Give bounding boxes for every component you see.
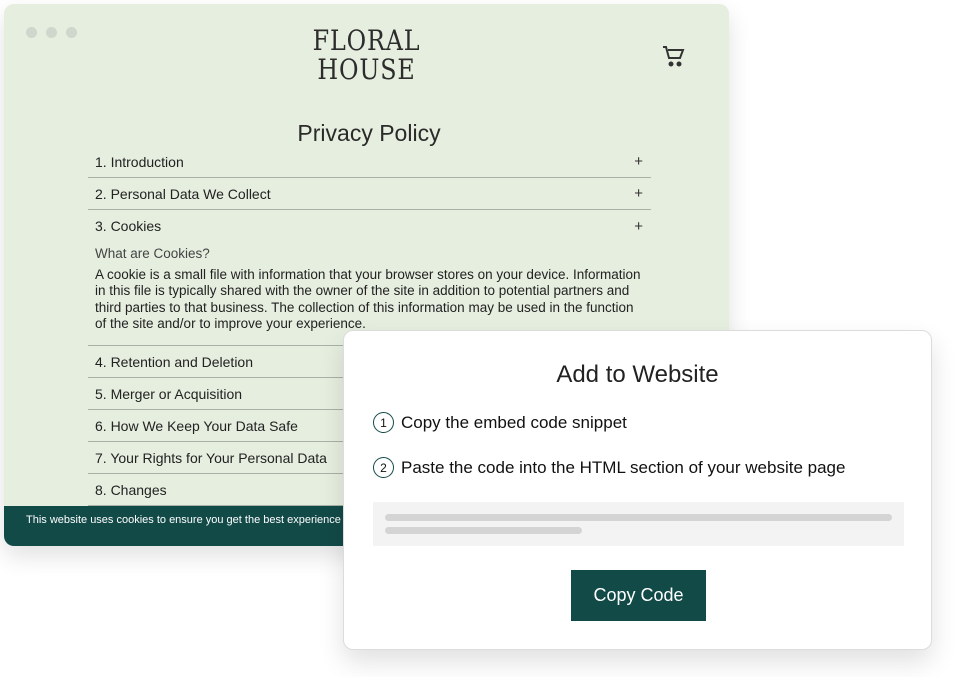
accordion-item[interactable]: 2. Personal Data We Collect + [88, 178, 651, 210]
accordion-item[interactable]: 3. Cookies + [88, 210, 651, 242]
plus-icon: + [634, 153, 643, 170]
copy-code-button[interactable]: Copy Code [571, 570, 706, 621]
cart-icon[interactable] [662, 44, 686, 73]
logo: FLORAL HOUSE [312, 24, 421, 86]
code-snippet-box[interactable] [373, 502, 904, 546]
page-title: Privacy Policy [297, 120, 441, 146]
step-2: 2 Paste the code into the HTML section of… [373, 457, 845, 478]
plus-icon: + [634, 217, 643, 235]
plus-icon: + [634, 185, 643, 202]
accordion-item[interactable]: 1. Introduction + [88, 146, 651, 178]
add-to-website-modal: Add to Website 1 Copy the embed code snip… [343, 330, 932, 650]
modal-title: Add to Website [556, 361, 719, 388]
step-1: 1 Copy the embed code snippet [373, 412, 627, 433]
